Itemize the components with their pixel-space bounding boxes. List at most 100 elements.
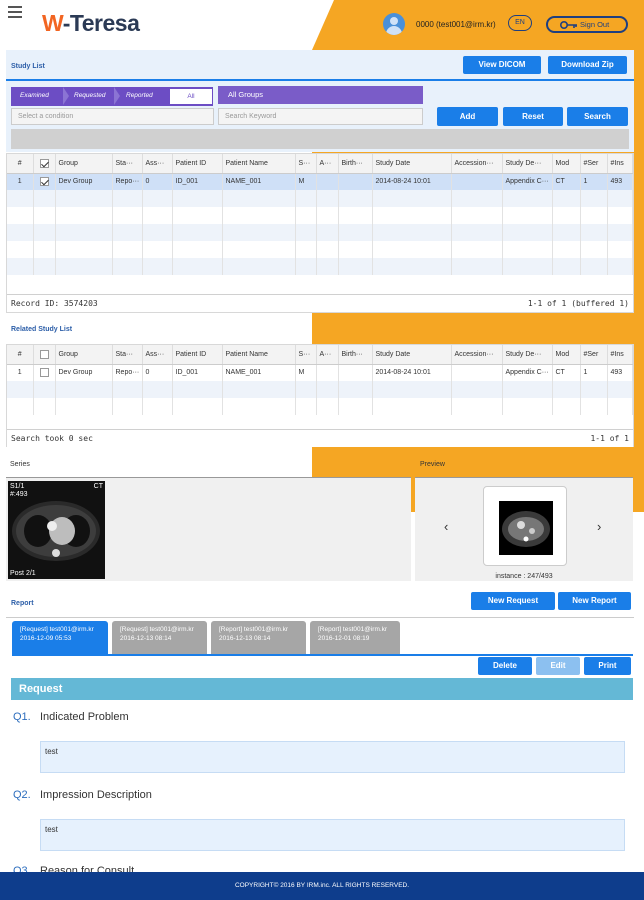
column-header[interactable]: Group — [55, 154, 113, 174]
table-row[interactable] — [7, 207, 633, 224]
column-header[interactable]: Group — [55, 345, 113, 365]
table-cell — [7, 381, 34, 398]
condition-select[interactable]: Select a condition — [11, 108, 214, 125]
column-header[interactable]: Ass··· — [142, 345, 173, 365]
table-cell — [607, 224, 633, 241]
related-footer: Search took 0 sec 1-1 of 1 — [7, 429, 633, 447]
question-text: Impression Description — [40, 789, 152, 801]
report-tab[interactable]: [Report] test001@irm.kr 2016-12-01 08:19 — [310, 621, 400, 654]
column-header[interactable]: Study De··· — [502, 154, 553, 174]
table-cell — [55, 207, 113, 224]
column-header[interactable]: Patient Name — [222, 154, 296, 174]
column-header[interactable]: Patient ID — [172, 345, 223, 365]
table-cell — [295, 207, 317, 224]
table-cell — [580, 398, 608, 415]
column-header[interactable]: S··· — [295, 345, 317, 365]
checkbox-icon[interactable] — [39, 158, 49, 168]
column-header[interactable]: Sta··· — [112, 154, 143, 174]
report-tab[interactable]: [Request] test001@irm.kr 2016-12-13 08:14 — [112, 621, 207, 654]
column-header[interactable]: Study Date — [372, 154, 452, 174]
avatar-icon[interactable] — [383, 13, 405, 35]
report-tab-active[interactable]: [Request] test001@irm.kr 2016-12-09 05:53 — [12, 621, 108, 654]
report-tab[interactable]: [Report] test001@irm.kr 2016-12-13 08:14 — [211, 621, 306, 654]
column-header[interactable]: Sta··· — [112, 345, 143, 365]
column-header[interactable]: S··· — [295, 154, 317, 174]
table-row[interactable] — [7, 398, 633, 415]
table-row[interactable] — [7, 381, 633, 398]
column-header[interactable]: Accession··· — [451, 345, 503, 365]
checkbox-icon[interactable] — [39, 177, 49, 187]
group-select[interactable]: All Groups — [218, 86, 423, 104]
column-header[interactable]: # — [7, 345, 34, 365]
language-button[interactable]: EN — [508, 15, 532, 31]
table-cell — [338, 224, 373, 241]
download-zip-button[interactable]: Download Zip — [548, 56, 627, 74]
column-header[interactable]: Study De··· — [502, 345, 553, 365]
filter-reported[interactable]: Reported — [126, 92, 153, 99]
answer-field[interactable]: test — [40, 741, 625, 773]
column-header[interactable]: A··· — [316, 345, 339, 365]
column-header[interactable]: Birth··· — [338, 345, 373, 365]
column-header[interactable]: #Ins — [607, 154, 633, 174]
table-row[interactable] — [7, 258, 633, 275]
prev-arrow-icon[interactable]: ‹ — [444, 519, 448, 534]
filter-examined[interactable]: Examined — [20, 92, 49, 99]
column-header[interactable]: #Ins — [607, 345, 633, 365]
app-root: W-Teresa 0000 (test001@irm.kr) EN Sign O… — [0, 0, 644, 900]
table-cell — [172, 224, 223, 241]
column-header[interactable]: Patient Name — [222, 345, 296, 365]
sign-out-button[interactable]: Sign Out — [546, 16, 628, 33]
column-header[interactable]: Study Date — [372, 345, 452, 365]
edit-button[interactable]: Edit — [536, 657, 580, 675]
table-cell: Dev Group — [55, 173, 113, 190]
series-thumbnail[interactable]: S1/1 #:493 CT Post 2/1 — [8, 481, 105, 579]
table-cell: 0 — [142, 364, 173, 381]
column-header[interactable]: #Ser — [580, 154, 608, 174]
select-all-checkbox[interactable] — [33, 154, 56, 174]
add-button[interactable]: Add — [437, 107, 498, 126]
table-cell — [502, 398, 553, 415]
new-report-button[interactable]: New Report — [558, 592, 631, 610]
column-header[interactable]: Ass··· — [142, 154, 173, 174]
table-row[interactable] — [7, 241, 633, 258]
preview-frame[interactable] — [483, 486, 567, 566]
table-row[interactable]: 1 Dev Group Repo··· 0 ID_001 NAME_001 M 2014-08… — [7, 364, 633, 381]
new-request-button[interactable]: New Request — [471, 592, 555, 610]
table-cell — [580, 258, 608, 275]
delete-button[interactable]: Delete — [478, 657, 532, 675]
table-cell — [7, 224, 34, 241]
view-dicom-button[interactable]: View DICOM — [463, 56, 541, 74]
table-cell — [55, 190, 113, 207]
answer-field[interactable]: test — [40, 819, 625, 851]
table-cell — [451, 190, 503, 207]
checkbox-icon[interactable] — [39, 368, 49, 378]
column-header[interactable]: A··· — [316, 154, 339, 174]
table-cell — [580, 381, 608, 398]
table-cell — [55, 241, 113, 258]
column-header[interactable]: Birth··· — [338, 154, 373, 174]
column-header[interactable]: Patient ID — [172, 154, 223, 174]
table-cell — [112, 207, 143, 224]
table-row[interactable] — [7, 190, 633, 207]
print-button[interactable]: Print — [584, 657, 631, 675]
reset-button[interactable]: Reset — [503, 107, 563, 126]
keyword-input[interactable]: Search Keyword — [218, 108, 423, 125]
column-header[interactable]: Accession··· — [451, 154, 503, 174]
column-header[interactable]: #Ser — [580, 345, 608, 365]
table-row[interactable]: 1 Dev Group Repo··· 0 ID_001 NAME_001 M 2014-08… — [7, 173, 633, 190]
search-button[interactable]: Search — [567, 107, 628, 126]
table-row[interactable] — [7, 224, 633, 241]
table-cell — [316, 224, 339, 241]
filter-requested[interactable]: Requested — [74, 92, 105, 99]
next-arrow-icon[interactable]: › — [597, 519, 601, 534]
column-header[interactable]: Mod — [552, 154, 581, 174]
checkbox-icon[interactable] — [39, 349, 49, 359]
select-all-checkbox[interactable] — [33, 345, 56, 365]
condition-bar — [11, 129, 629, 149]
table-cell — [338, 381, 373, 398]
column-header[interactable]: # — [7, 154, 34, 174]
table-cell — [502, 190, 553, 207]
menu-icon[interactable] — [8, 6, 22, 18]
column-header[interactable]: Mod — [552, 345, 581, 365]
filter-all[interactable]: All — [169, 88, 213, 105]
